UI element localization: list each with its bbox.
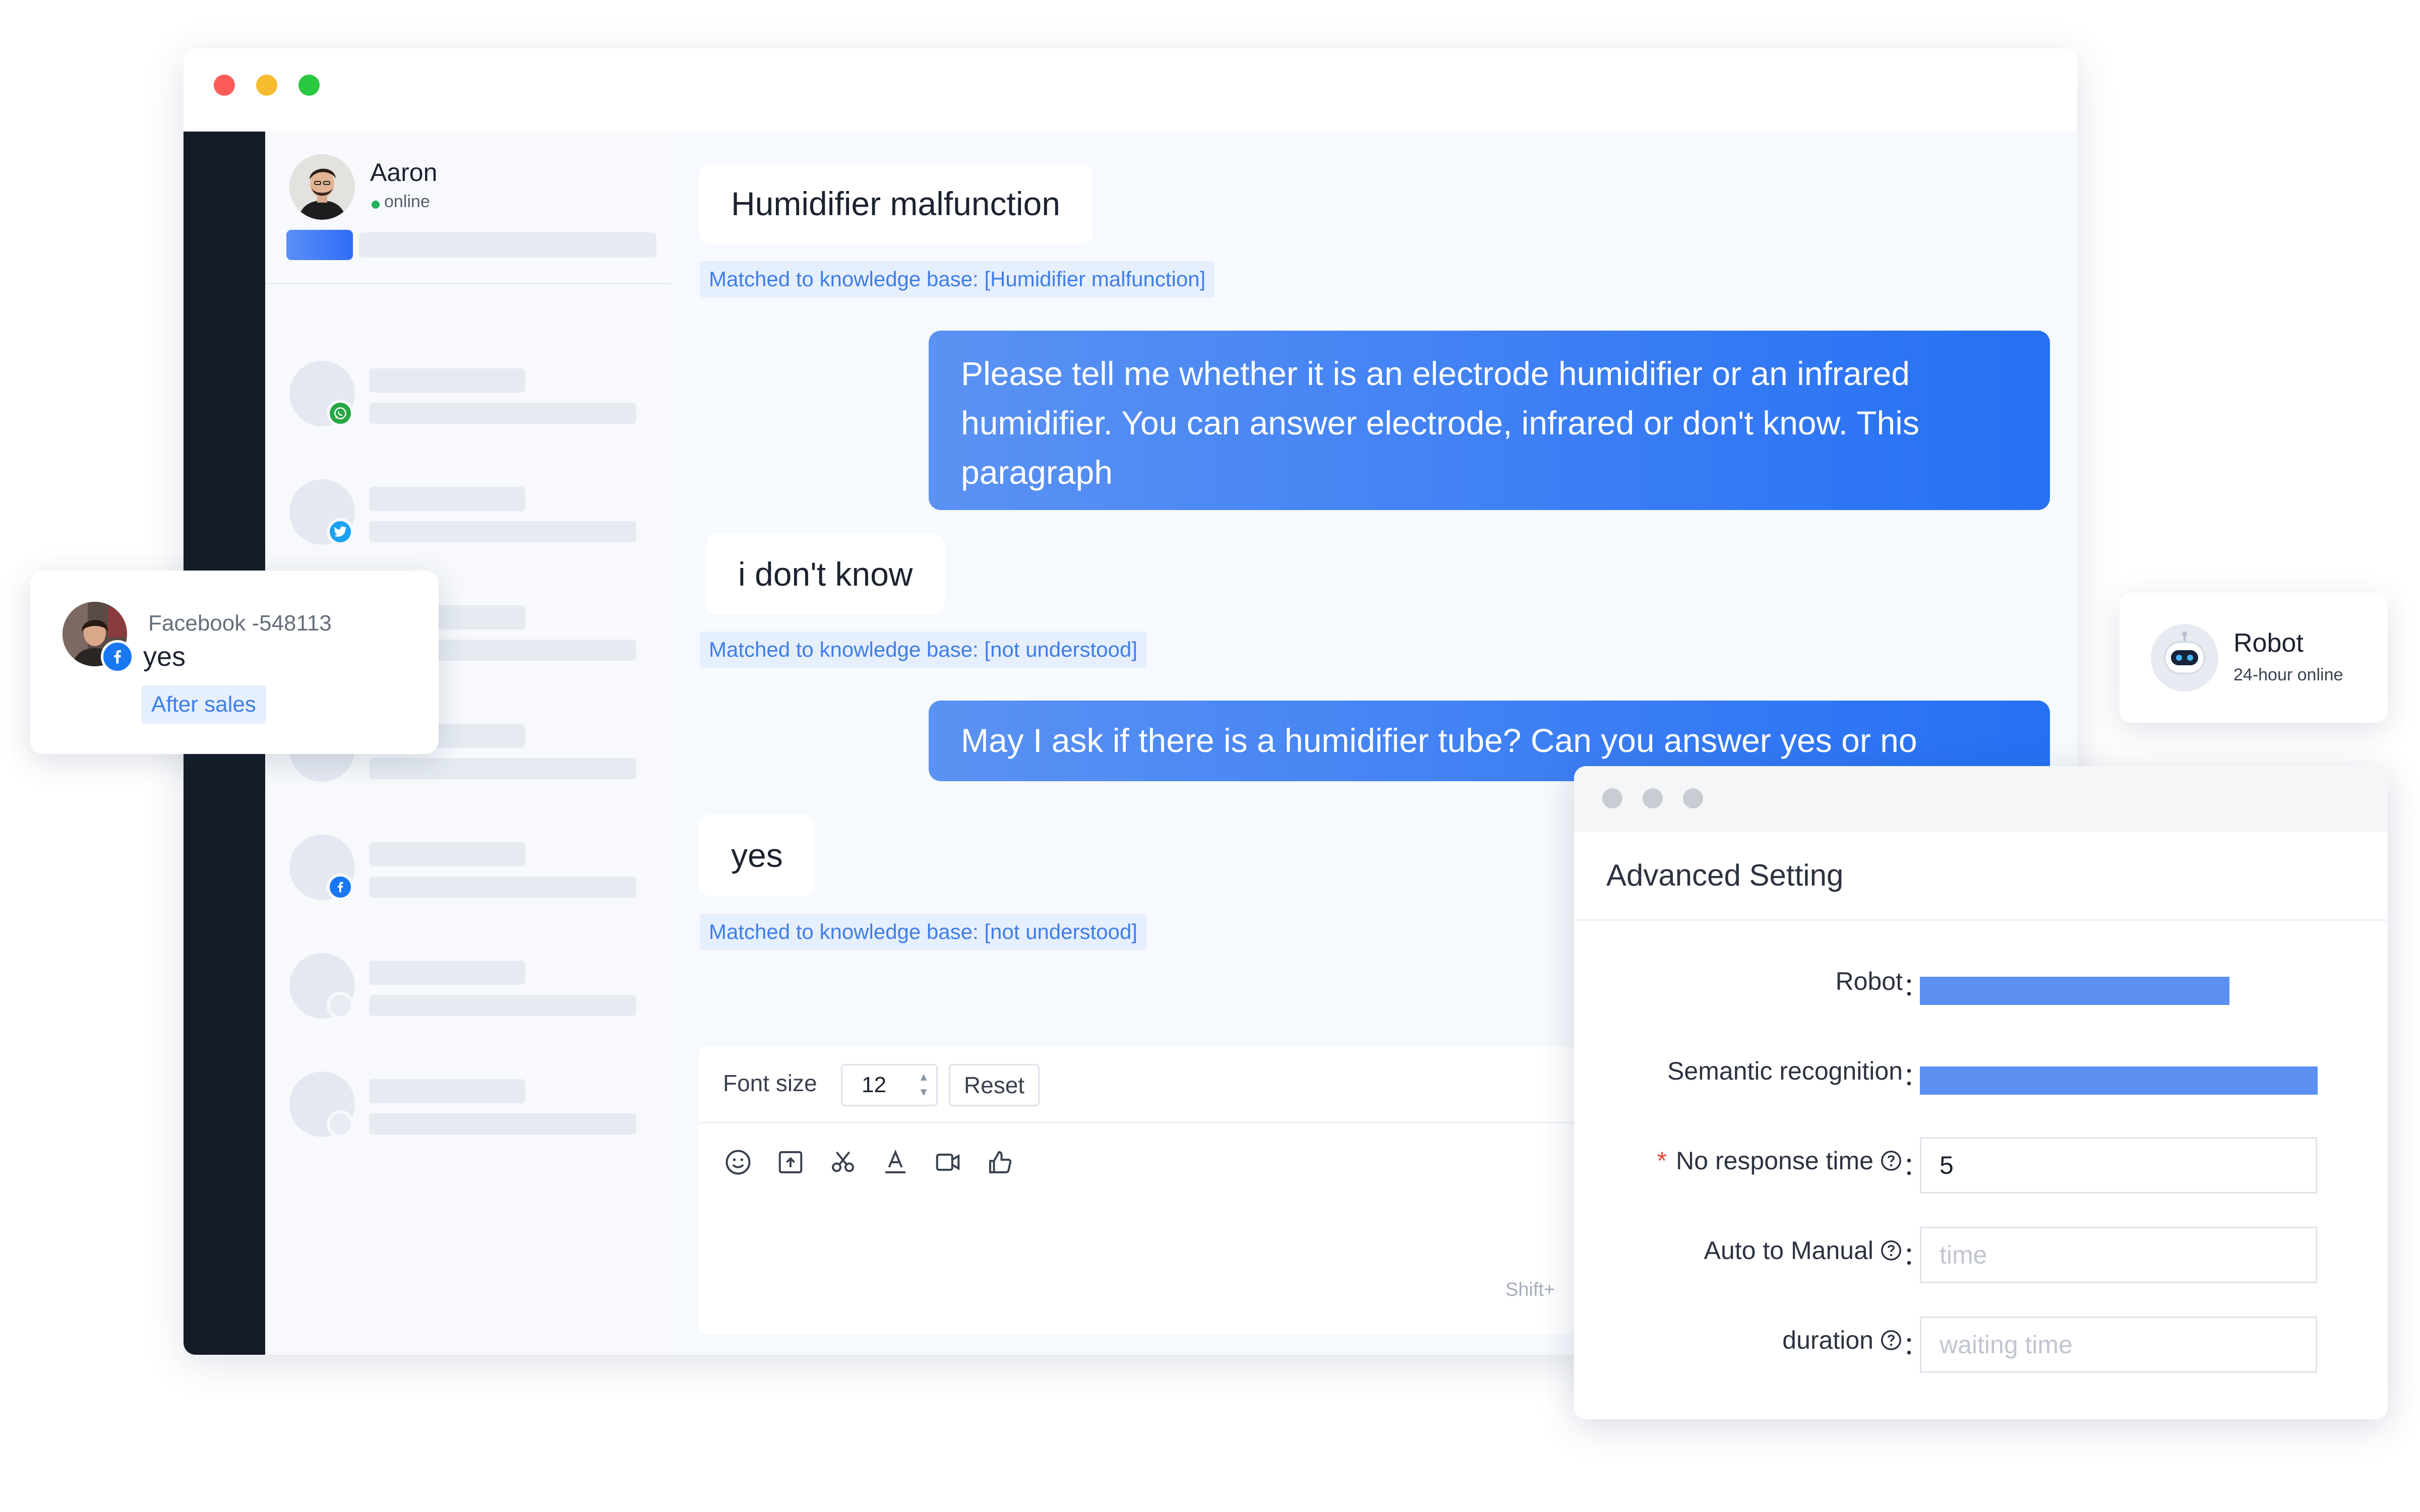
no-response-time-label: * No response time: [1657, 1146, 1903, 1175]
facebook-icon: [327, 873, 354, 901]
facebook-notification-card[interactable]: Facebook -548113 yes After sales: [30, 571, 439, 754]
message-source: Facebook -548113: [148, 611, 332, 636]
emoji-icon[interactable]: [723, 1147, 753, 1177]
auto-to-manual-label-text: Auto to Manual: [1704, 1236, 1873, 1265]
toolbar-divider: [699, 1122, 1576, 1123]
list-divider: [265, 283, 672, 284]
customer-message: yes: [699, 814, 815, 896]
semantic-recognition-selector[interactable]: [1920, 1066, 2318, 1095]
message-preview: yes: [143, 642, 186, 672]
knowledge-base-match[interactable]: Matched to knowledge base: [Humidifier m…: [700, 261, 1215, 297]
customer-message: Humidifier malfunction: [699, 163, 1093, 244]
robot-title: Robot: [2233, 628, 2304, 658]
customer-message: i don't know: [706, 533, 945, 615]
contact-status: online: [384, 192, 430, 211]
placeholder-bar: [369, 842, 525, 866]
whatsapp-icon: [327, 400, 354, 427]
category-tag[interactable]: After sales: [141, 685, 266, 724]
help-icon[interactable]: [1880, 1149, 1903, 1172]
twitter-icon: [327, 518, 354, 545]
close-window-button[interactable]: [214, 75, 235, 96]
help-icon[interactable]: [1880, 1239, 1903, 1262]
channel-badge: [327, 992, 354, 1019]
placeholder-bar: [369, 758, 636, 779]
contact-name: Aaron: [370, 158, 438, 186]
semantic-recognition-label: Semantic recognition: [1667, 1056, 1903, 1086]
knowledge-base-match[interactable]: Matched to knowledge base: [not understo…: [700, 914, 1146, 950]
robot-status-card[interactable]: Robot 24-hour online: [2120, 593, 2388, 723]
help-icon[interactable]: [1880, 1329, 1903, 1352]
agent-message: Please tell me whether it is an electrod…: [929, 331, 2050, 510]
close-window-button[interactable]: [1602, 788, 1622, 808]
text-format-icon[interactable]: [880, 1147, 911, 1177]
placeholder-bar: [369, 961, 525, 985]
knowledge-base-match[interactable]: Matched to knowledge base: [not understo…: [700, 632, 1146, 668]
minimize-window-button[interactable]: [1643, 788, 1663, 808]
font-size-input[interactable]: 12 ▲ ▼: [841, 1064, 938, 1106]
avatar[interactable]: [289, 154, 355, 220]
font-size-stepper[interactable]: ▲ ▼: [918, 1069, 929, 1100]
message-composer: Font size 12 ▲ ▼ Reset Shift+: [699, 1046, 1576, 1335]
font-size-value: 12: [862, 1073, 886, 1097]
placeholder-bar: [369, 1079, 525, 1103]
advanced-setting-window: Advanced Setting Robot ： Semantic recogn…: [1574, 766, 2388, 1419]
duration-label-text: duration: [1782, 1326, 1873, 1354]
placeholder-bar: [369, 1113, 636, 1135]
upload-file-icon[interactable]: [775, 1147, 806, 1177]
semantic-recognition-label-text: Semantic recognition: [1667, 1057, 1903, 1085]
reset-button[interactable]: Reset: [949, 1064, 1040, 1106]
auto-to-manual-label: Auto to Manual: [1704, 1236, 1903, 1265]
font-size-label: Font size: [723, 1070, 817, 1096]
title-divider: [1574, 919, 2388, 921]
placeholder-bar: [369, 876, 636, 898]
send-hint: Shift+: [1505, 1279, 1555, 1300]
channel-badge: [327, 1110, 354, 1138]
maximize-window-button[interactable]: [1683, 788, 1703, 808]
online-status-dot: [372, 201, 380, 209]
auto-to-manual-input[interactable]: time: [1920, 1227, 2317, 1283]
window-titlebar: [184, 48, 2077, 133]
thumbs-up-icon[interactable]: [985, 1147, 1015, 1177]
facebook-icon: [101, 640, 134, 673]
video-icon[interactable]: [933, 1147, 963, 1177]
robot-selector[interactable]: [1920, 977, 2229, 1005]
active-tag: [286, 230, 353, 260]
advanced-setting-titlebar: [1574, 766, 2388, 832]
placeholder-bar: [369, 368, 525, 393]
robot-icon: [2151, 624, 2218, 691]
placeholder-bar: [369, 995, 636, 1016]
placeholder-bar: [369, 521, 636, 542]
maximize-window-button[interactable]: [298, 75, 320, 96]
user-avatar-icon: [289, 154, 355, 220]
duration-label: duration: [1782, 1326, 1903, 1355]
minimize-window-button[interactable]: [256, 75, 277, 96]
robot-label-text: Robot: [1835, 967, 1903, 995]
placeholder-bar: [359, 232, 656, 258]
robot-label: Robot: [1836, 967, 1903, 996]
no-response-time-input[interactable]: 5: [1920, 1137, 2317, 1193]
required-mark: *: [1657, 1147, 1667, 1175]
advanced-setting-title: Advanced Setting: [1606, 858, 1844, 892]
placeholder-bar: [369, 403, 636, 424]
scissors-icon[interactable]: [828, 1147, 858, 1177]
no-response-time-label-text: No response time: [1676, 1147, 1873, 1175]
placeholder-bar: [369, 487, 525, 511]
duration-input[interactable]: waiting time: [1920, 1316, 2317, 1373]
robot-subtitle: 24-hour online: [2233, 665, 2343, 684]
